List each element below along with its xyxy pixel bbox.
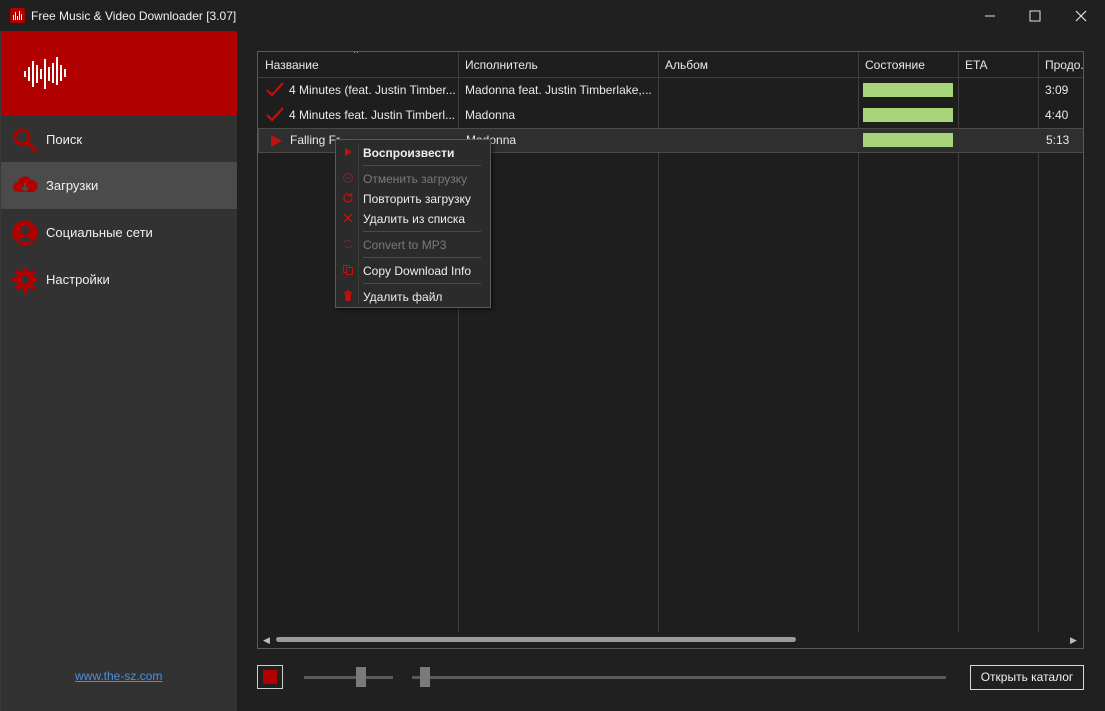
cell-eta <box>959 128 1039 153</box>
table-row[interactable]: 4 Minutes (feat. Justin Timber... Madonn… <box>258 78 1083 103</box>
app-logo-icon <box>10 8 25 23</box>
context-menu: Воспроизвести Отменить загрузку Повторит… <box>335 139 491 308</box>
cell-eta <box>958 103 1038 128</box>
maximize-button[interactable] <box>1012 0 1058 31</box>
scroll-left-icon[interactable]: ◀ <box>263 635 270 646</box>
close-icon <box>1075 10 1087 21</box>
column-header-duration[interactable]: Продо... <box>1038 52 1083 78</box>
brand-logo-area <box>1 31 238 116</box>
menu-item-copy-download-info[interactable]: Copy Download Info <box>336 260 490 280</box>
search-icon <box>13 128 37 152</box>
cell-duration: 3:09 <box>1045 83 1069 97</box>
minimize-icon <box>985 15 995 16</box>
website-link[interactable]: www.the-sz.com <box>75 669 162 683</box>
column-header-eta[interactable]: ETA <box>958 52 1038 78</box>
title-bar: Free Music & Video Downloader [3.07] <box>0 0 1105 31</box>
player-stop-button[interactable] <box>257 665 283 689</box>
sidebar-item-search[interactable]: Поиск <box>1 116 238 163</box>
sidebar-item-label: Настройки <box>46 272 110 287</box>
progress-bar <box>863 133 953 147</box>
sidebar-item-label: Загрузки <box>46 178 99 193</box>
sidebar-item-label: Социальные сети <box>46 225 153 240</box>
seek-slider-track[interactable] <box>412 676 946 679</box>
sidebar-item-settings[interactable]: Настройки <box>1 256 238 303</box>
cell-duration: 5:13 <box>1046 133 1070 147</box>
sidebar-item-social[interactable]: Социальные сети <box>1 209 238 256</box>
gear-icon <box>12 267 38 293</box>
convert-icon <box>343 239 353 249</box>
volume-slider-track[interactable] <box>304 676 393 679</box>
table-header: ^ Название Исполнитель Альбом Состояние … <box>258 52 1083 78</box>
cell-title: 4 Minutes (feat. Justin Timber... <box>289 83 456 97</box>
cell-artist: Madonna <box>465 108 516 122</box>
stop-icon <box>263 670 277 684</box>
copy-icon <box>343 265 353 275</box>
scrollbar-thumb[interactable] <box>276 637 796 642</box>
cell-artist: Madonna feat. Justin Timberlake,... <box>465 83 652 97</box>
column-header-status[interactable]: Состояние <box>858 52 958 78</box>
cell-eta <box>958 78 1038 103</box>
menu-item-remove-from-list[interactable]: Удалить из списка <box>336 208 490 228</box>
volume-slider-thumb[interactable] <box>356 667 366 687</box>
sidebar: Поиск Загрузки Социальные сети Настройки… <box>0 31 238 711</box>
cancel-icon <box>342 172 354 184</box>
table-row[interactable]: 4 Minutes feat. Justin Timberl... Madonn… <box>258 103 1083 128</box>
progress-bar <box>863 83 953 97</box>
menu-item-convert-to-mp3[interactable]: Convert to MP3 <box>336 234 490 254</box>
seek-slider-thumb[interactable] <box>420 667 430 687</box>
user-icon <box>12 220 38 246</box>
cloud-download-icon <box>13 176 38 192</box>
minimize-button[interactable] <box>967 0 1013 31</box>
horizontal-scrollbar[interactable]: ◀ ▶ <box>258 632 1083 648</box>
cell-album <box>659 128 859 153</box>
window-title: Free Music & Video Downloader [3.07] <box>31 9 237 23</box>
cell-duration: 4:40 <box>1045 108 1069 122</box>
x-icon <box>343 213 353 223</box>
refresh-icon <box>343 193 353 203</box>
waveform-logo-icon <box>24 57 66 89</box>
menu-item-play[interactable]: Воспроизвести <box>336 142 490 162</box>
cell-album <box>658 103 858 128</box>
sidebar-item-label: Поиск <box>46 132 83 147</box>
menu-item-cancel-download[interactable]: Отменить загрузку <box>336 168 490 188</box>
trash-icon <box>344 290 352 301</box>
scroll-right-icon[interactable]: ▶ <box>1070 635 1077 646</box>
play-icon <box>345 148 352 156</box>
menu-item-delete-file[interactable]: Удалить файл <box>336 286 490 306</box>
cell-title: 4 Minutes feat. Justin Timberl... <box>289 108 456 122</box>
maximize-icon <box>1029 10 1041 21</box>
main-panel: ^ Название Исполнитель Альбом Состояние … <box>237 31 1105 711</box>
sidebar-item-downloads[interactable]: Загрузки <box>1 162 238 209</box>
cell-album <box>658 78 858 103</box>
column-header-album[interactable]: Альбом <box>658 52 858 78</box>
column-header-title[interactable]: Название <box>258 52 458 78</box>
column-header-artist[interactable]: Исполнитель <box>458 52 658 78</box>
open-folder-button[interactable]: Открыть каталог <box>970 665 1084 690</box>
menu-item-retry-download[interactable]: Повторить загрузку <box>336 188 490 208</box>
close-button[interactable] <box>1058 0 1104 31</box>
progress-bar <box>863 108 953 122</box>
